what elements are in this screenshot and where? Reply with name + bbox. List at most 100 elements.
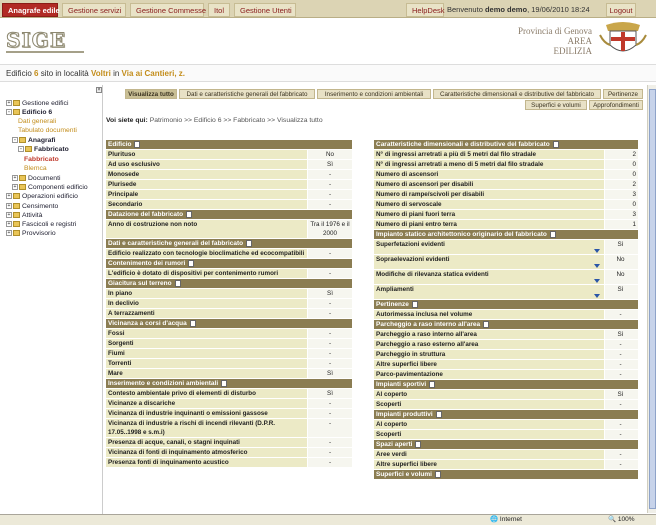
row-value: - (604, 310, 638, 319)
row-label: Edificio realizzato con tecnologie biocl… (106, 249, 307, 258)
expand-icon[interactable]: + (12, 175, 18, 182)
tab-superfici-volumi[interactable]: Superfici e volumi (525, 100, 587, 110)
tree-anagrafi[interactable]: - Anagrafi (12, 136, 56, 145)
breadcrumb-path[interactable]: Patrimonio >> Edificio 6 >> Fabbricato >… (150, 117, 323, 124)
tab-pertinenze[interactable]: Pertinenze (603, 89, 643, 99)
tree-fabbricato-folder[interactable]: - Fabbricato (18, 145, 69, 154)
row-value: - (307, 180, 352, 189)
row-value: - (307, 269, 352, 278)
row-label: Parco-pavimentazione (374, 370, 604, 379)
row-value: 2 (604, 150, 638, 159)
expand-arrow-icon[interactable] (594, 294, 600, 298)
tree-censimento[interactable]: + Censimento (6, 202, 58, 211)
tab-itol[interactable]: Itol (208, 3, 230, 17)
expand-icon[interactable]: + (6, 230, 12, 237)
section-header: Datazione del fabbricato (106, 210, 352, 220)
folder-icon (13, 212, 20, 219)
tree-fabbricato-selected[interactable]: Fabbricato (24, 155, 59, 164)
tab-dati-caratteristiche[interactable]: Dati e caratteristiche generali del fabb… (179, 89, 315, 99)
table-row: In piano Sì (106, 289, 352, 299)
table-row: N° di ingressi arretrati a più di 5 metr… (374, 150, 638, 160)
breadcrumb: Voi siete qui: Patrimonio >> Edificio 6 … (106, 117, 323, 124)
table-row: Secondario - (106, 200, 352, 210)
row-label: Sopraelevazioni evidenti (374, 255, 604, 269)
tree-tabulato-documenti[interactable]: Tabulato documenti (18, 126, 77, 135)
tab-gestione-commesse[interactable]: Gestione Commesse (130, 3, 206, 17)
tree-componenti-edificio[interactable]: + Componenti edificio (12, 183, 88, 192)
row-label: L'edificio è dotato di dispositivi per c… (106, 269, 307, 278)
row-label: Ad uso esclusivo (106, 160, 307, 169)
edit-document-icon[interactable] (188, 259, 195, 267)
expand-icon[interactable]: + (6, 193, 12, 200)
section-title: Dati e caratteristiche generali del fabb… (108, 240, 244, 247)
helpdesk-button[interactable]: HelpDesk (406, 3, 445, 17)
edit-document-icon[interactable] (174, 279, 181, 287)
row-value: - (307, 409, 352, 418)
expand-icon[interactable]: + (6, 100, 12, 107)
edit-document-icon[interactable] (411, 300, 418, 308)
edit-document-icon[interactable] (246, 239, 253, 247)
row-label: Aree verdi (374, 450, 604, 459)
edit-document-icon[interactable] (549, 230, 556, 238)
row-value: No (604, 270, 638, 284)
expand-icon[interactable]: + (6, 221, 12, 228)
row-label: In piano (106, 289, 307, 298)
scrollbar-thumb[interactable] (649, 89, 656, 509)
collapse-icon[interactable]: - (12, 137, 18, 144)
vertical-scrollbar[interactable] (647, 85, 656, 513)
row-value: 3 (604, 190, 638, 199)
expand-arrow-icon[interactable] (594, 264, 600, 268)
edit-document-icon[interactable] (552, 140, 559, 148)
tab-inserimento-condizioni[interactable]: Inserimento e condizioni ambientali (317, 89, 431, 99)
table-row: Monosede - (106, 170, 352, 180)
tree-edificio-6[interactable]: - Edificio 6 (6, 108, 52, 117)
zoom-level[interactable]: 🔍 100% (608, 515, 635, 525)
tree-blemca[interactable]: Blemca (24, 164, 47, 173)
edit-document-icon[interactable] (435, 410, 442, 418)
edit-document-icon[interactable] (186, 210, 193, 218)
tree-gestione-edifici[interactable]: + Gestione edifici (6, 99, 68, 108)
tab-visualizza-tutto[interactable]: Visualizza tutto (125, 89, 177, 99)
edit-document-icon[interactable] (435, 470, 441, 478)
tab-approfondimenti[interactable]: Approfondimenti (589, 100, 643, 110)
edit-document-icon[interactable] (221, 379, 228, 387)
edit-document-icon[interactable] (483, 320, 490, 328)
tab-anagrafe-edile[interactable]: Anagrafe edile (2, 3, 60, 17)
table-row: Numero di ascensori per disabili 2 (374, 180, 638, 190)
table-row: Numero di piani fuori terra 3 (374, 210, 638, 220)
row-value: - (307, 419, 352, 437)
edit-document-icon[interactable] (189, 319, 196, 327)
section-header: Parcheggio a raso interno all'area (374, 320, 638, 330)
tree-operazioni-edificio[interactable]: + Operazioni edificio (6, 192, 78, 201)
row-value: - (307, 170, 352, 179)
tab-gestione-servizi[interactable]: Gestione servizi (62, 3, 126, 17)
tab-caratteristiche-dimensionali[interactable]: Caratteristiche dimensionali e distribut… (433, 89, 601, 99)
tab-gestione-utenti[interactable]: Gestione Utenti (234, 3, 296, 17)
section-title: Superfici e volumi (376, 471, 432, 478)
section-header: Spazi aperti (374, 440, 638, 450)
edit-document-icon[interactable] (134, 140, 141, 148)
folder-icon (13, 221, 20, 228)
tree-provvisorio[interactable]: + Provvisorio (6, 229, 56, 238)
collapse-sidebar-icon[interactable]: × (96, 87, 102, 93)
tree-fascicoli-registri[interactable]: + Fascicoli e registri (6, 220, 76, 229)
edit-document-icon[interactable] (429, 380, 436, 388)
collapse-icon[interactable]: - (18, 146, 24, 153)
edit-document-icon[interactable] (415, 440, 422, 448)
expand-arrow-icon[interactable] (594, 279, 600, 283)
tree-attivita[interactable]: + Attività (6, 211, 42, 220)
row-value: 0 (604, 170, 638, 179)
tree-dati-generali[interactable]: Dati generali (18, 117, 56, 126)
tree-documenti[interactable]: + Documenti (12, 174, 61, 183)
row-label: Fossi (106, 329, 307, 338)
expand-icon[interactable]: + (6, 212, 12, 219)
logout-button[interactable]: Logout (606, 3, 636, 17)
expand-icon[interactable]: + (6, 203, 12, 210)
row-label: N° di ingressi arretrati a meno di 5 met… (374, 160, 604, 169)
expand-arrow-icon[interactable] (594, 249, 600, 253)
row-value: - (604, 340, 638, 349)
table-row: In declivio - (106, 299, 352, 309)
folder-icon (13, 230, 20, 237)
collapse-icon[interactable]: - (6, 109, 12, 116)
expand-icon[interactable]: + (12, 184, 18, 191)
